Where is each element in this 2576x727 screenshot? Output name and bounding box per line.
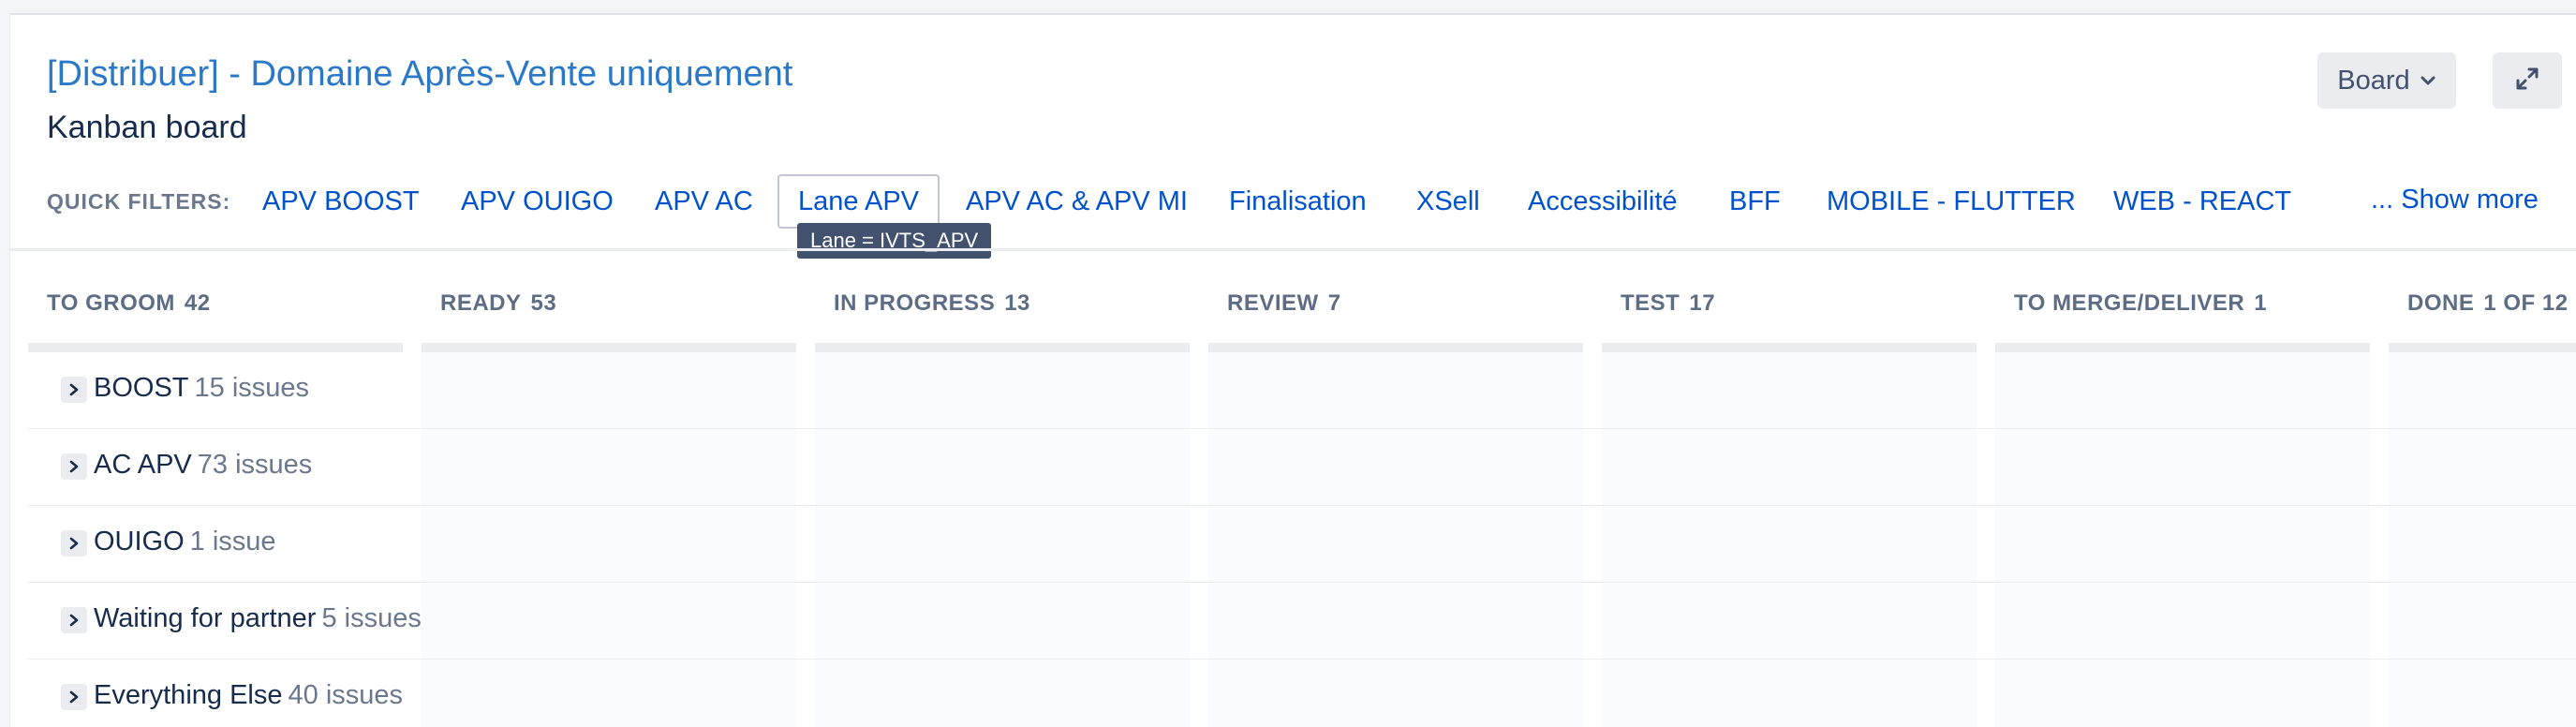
column-name: REVIEW (1227, 290, 1319, 316)
swimlane-name: Waiting for partner (94, 603, 317, 633)
column-header-in-progress: IN PROGRESS 13 (815, 274, 1190, 352)
quick-filters-label: QUICK FILTERS: (47, 189, 231, 214)
expand-fullscreen-button[interactable] (2493, 52, 2562, 109)
top-bar (0, 0, 2576, 15)
swimlane-issue-count: 73 issues (197, 450, 313, 480)
expand-icon (2514, 66, 2540, 96)
swimlane-name: AC APV (94, 450, 192, 480)
quick-filter-lane-apv[interactable]: Lane APV (777, 174, 940, 229)
quick-filter-mobile-flutter[interactable]: MOBILE - FLUTTER (1827, 186, 2076, 217)
quick-filter-xsell[interactable]: XSell (1416, 186, 1480, 217)
swimlane-issue-count: 15 issues (194, 373, 310, 403)
column-header-to-groom: TO GROOM 42 (28, 274, 403, 352)
filter-tooltip: Lane = IVTS_APV (797, 223, 992, 259)
quick-filter-bff[interactable]: BFF (1729, 186, 1781, 217)
quick-filter-finalisation[interactable]: Finalisation (1229, 186, 1367, 217)
quick-filter-apv-ac[interactable]: APV AC (655, 186, 753, 217)
swimlane-issue-count: 5 issues (321, 603, 422, 633)
column-count: 1 OF 12 (2483, 290, 2569, 316)
column-name: READY (440, 290, 522, 316)
column-count: 7 (1327, 290, 1341, 316)
chevron-right-icon[interactable] (61, 607, 87, 633)
column-header-done: DONE 1 OF 12 (2389, 274, 2576, 352)
column-header-test: TEST 17 (1602, 274, 1976, 352)
swimlane-name: OUIGO (94, 527, 185, 556)
quick-filter-web-react[interactable]: WEB - REACT (2113, 186, 2291, 217)
swimlane-boost[interactable]: BOOST 15 issues (28, 352, 2576, 429)
swimlane-name: BOOST (94, 373, 189, 403)
show-more-filters-link[interactable]: ... Show more (2371, 185, 2539, 215)
board-subtitle: Kanban board (47, 110, 247, 145)
column-name: TEST (1621, 290, 1680, 316)
column-name: IN PROGRESS (834, 290, 996, 316)
column-name: TO GROOM (47, 290, 175, 316)
board-title-link[interactable]: [Distribuer] - Domaine Après-Vente uniqu… (47, 54, 792, 95)
column-count: 53 (530, 290, 557, 316)
chevron-right-icon[interactable] (61, 530, 87, 556)
column-count: 1 (2254, 290, 2268, 316)
chevron-right-icon[interactable] (61, 377, 87, 403)
column-header-to-merge-deliver: TO MERGE/DELIVER 1 (1995, 274, 2370, 352)
swimlane-issue-count: 1 issue (189, 527, 276, 556)
swimlane-issue-count: 40 issues (288, 680, 404, 710)
swimlane-everything-else[interactable]: Everything Else 40 issues (28, 660, 2576, 727)
board-view-label: Board (2337, 65, 2410, 96)
swimlane-waiting-for-partner[interactable]: Waiting for partner 5 issues (28, 583, 2576, 660)
column-header-ready: READY 53 (422, 274, 796, 352)
chevron-down-icon (2420, 66, 2436, 96)
column-count: 13 (1004, 290, 1030, 316)
column-header-review: REVIEW 7 (1208, 274, 1583, 352)
left-sidebar-edge (0, 13, 10, 727)
column-count: 17 (1689, 290, 1716, 316)
chevron-right-icon[interactable] (61, 684, 87, 710)
quick-filter-apv-ouigo[interactable]: APV OUIGO (461, 186, 614, 217)
column-name: DONE (2407, 290, 2475, 316)
swimlane-name: Everything Else (94, 680, 283, 710)
header-separator (9, 248, 2576, 251)
board-view-dropdown[interactable]: Board (2317, 52, 2456, 109)
swimlane-ouigo[interactable]: OUIGO 1 issue (28, 506, 2576, 583)
quick-filter-accessibilite[interactable]: Accessibilité (1528, 186, 1678, 217)
column-count: 42 (184, 290, 211, 316)
chevron-right-icon[interactable] (61, 453, 87, 480)
quick-filter-apv-ac-apv-mi[interactable]: APV AC & APV MI (966, 186, 1188, 217)
swimlane-ac-apv[interactable]: AC APV 73 issues (28, 429, 2576, 506)
column-name: TO MERGE/DELIVER (2014, 290, 2245, 316)
quick-filter-apv-boost[interactable]: APV BOOST (262, 186, 420, 217)
